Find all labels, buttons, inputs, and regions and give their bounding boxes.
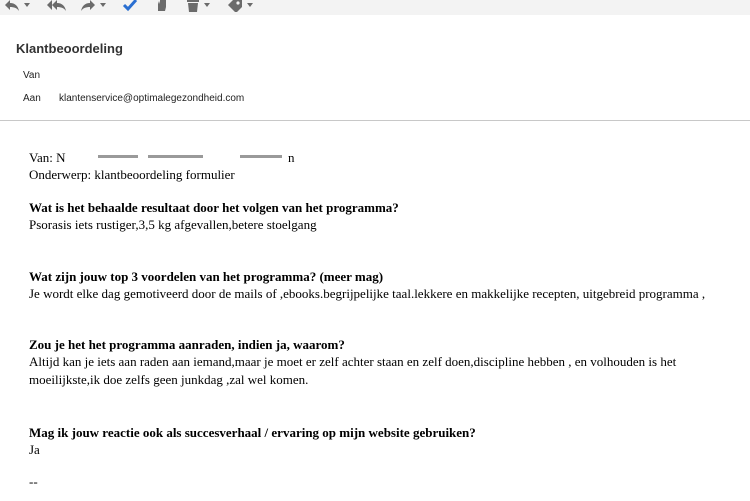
redacted-text (98, 155, 138, 158)
answer-4: Ja (29, 442, 40, 457)
delete-icon (186, 0, 200, 12)
question-3: Zou je het het programma aanraden, indie… (29, 337, 345, 352)
reply-button[interactable] (4, 0, 30, 13)
message-subject: Klantbeoordeling (16, 41, 123, 56)
body-from-tail: n (288, 150, 295, 165)
to-address[interactable]: klantenservice@optimalegezondheid.com (59, 93, 244, 104)
hand-icon (155, 0, 169, 12)
signature-separator: -- (29, 474, 38, 489)
toolbar (0, 0, 750, 15)
answer-1: Psorasis iets rustiger,3,5 kg afgevallen… (29, 217, 317, 232)
reply-all-icon (46, 0, 68, 12)
from-label: Van (23, 70, 41, 81)
answer-3-line-2: moeilijkste,ik doe zelfs geen junkdag ,z… (29, 372, 309, 387)
reply-all-button[interactable] (46, 0, 68, 13)
reply-icon (4, 0, 20, 12)
check-icon (122, 0, 138, 12)
mark-read-button[interactable] (122, 0, 138, 13)
chevron-down-icon[interactable] (24, 3, 30, 7)
message-header: Klantbeoordeling Van Aan klantenservice@… (0, 15, 750, 121)
question-4: Mag ik jouw reactie ook als succesverhaa… (29, 425, 476, 440)
tag-button[interactable] (227, 0, 253, 13)
tag-icon (227, 0, 243, 12)
question-1: Wat is het behaalde resultaat door het v… (29, 200, 399, 215)
forward-button[interactable] (80, 0, 106, 13)
question-2: Wat zijn jouw top 3 voordelen van het pr… (29, 269, 384, 284)
body-from-line: Van: N (29, 150, 66, 165)
chevron-down-icon[interactable] (204, 3, 210, 7)
message-body: Van: N n Onderwerp: klantbeoordeling for… (0, 122, 750, 501)
chevron-down-icon[interactable] (247, 3, 253, 7)
delete-button[interactable] (186, 0, 210, 13)
forward-icon (80, 0, 96, 12)
chevron-down-icon[interactable] (100, 3, 106, 7)
answer-2: Je wordt elke dag gemotiveerd door de ma… (29, 286, 706, 301)
body-subject-line: Onderwerp: klantbeoordeling formulier (29, 167, 235, 182)
from-value-redacted (58, 70, 248, 84)
answer-3-line-1: Altijd kan je iets aan raden aan iemand,… (29, 354, 677, 369)
junk-button[interactable] (155, 0, 169, 13)
to-label: Aan (23, 93, 41, 104)
redacted-text (148, 155, 203, 158)
redacted-text (240, 155, 282, 158)
